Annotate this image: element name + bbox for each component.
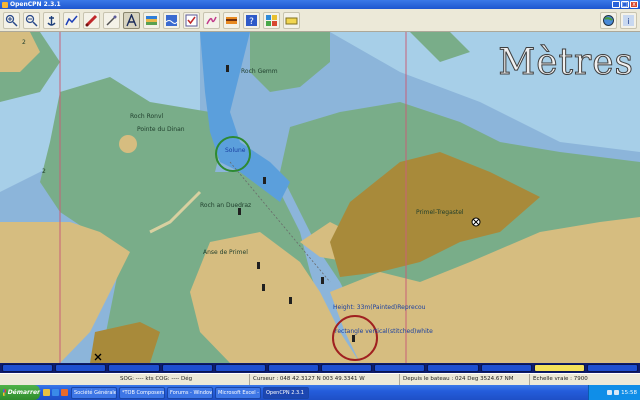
route-icon	[85, 14, 98, 26]
ruler-button[interactable]	[103, 11, 120, 29]
quick-launch	[40, 389, 71, 396]
units-label: Mètres	[498, 42, 634, 84]
task-button[interactable]: *TOB Composers - Arl...	[119, 386, 165, 399]
label-roch-ronvl: Roch Ronvl	[130, 113, 164, 120]
window-title: OpenCPN 2.3.1	[10, 1, 61, 8]
label-rectangle: rectangle vertical(stitched)white	[335, 328, 433, 335]
label-light-height: Height: 33m(Painted)Reprecou	[333, 304, 426, 311]
lifebuoy-button[interactable]	[223, 11, 240, 29]
piano-key-selected[interactable]	[533, 364, 585, 372]
help-icon: ?	[246, 14, 257, 27]
info-icon: i	[623, 14, 634, 26]
piano-key[interactable]	[321, 364, 373, 372]
sounding-label: 2	[22, 39, 26, 46]
label-roch-gemm: Roch Gemm	[241, 68, 278, 75]
piano-key[interactable]	[161, 364, 213, 372]
globe-button[interactable]	[600, 11, 617, 29]
track-button[interactable]	[63, 11, 80, 29]
piano-key[interactable]	[108, 364, 160, 372]
chart-canvas[interactable]: Mètres Roch Gemm Roch Ronvl Pointe du Di…	[0, 32, 640, 363]
anchor-icon	[47, 15, 56, 26]
piano-key[interactable]	[267, 364, 320, 372]
app-icon	[2, 1, 8, 8]
main-toolbar: ? i	[0, 9, 640, 32]
title-bar: OpenCPN 2.3.1 _ □ x	[0, 0, 640, 9]
settings-button[interactable]	[183, 11, 200, 29]
zoom-out-icon	[25, 14, 38, 27]
zoom-out-button[interactable]	[23, 11, 40, 29]
piano-key[interactable]	[214, 364, 266, 372]
piano-key[interactable]	[480, 364, 532, 372]
route-button[interactable]	[83, 11, 100, 29]
label-anse-primel: Anse de Primel	[203, 249, 248, 256]
tray-icon[interactable]	[607, 390, 613, 395]
label-solune: Solune	[225, 147, 246, 154]
task-button[interactable]: Forums - Windows Inter...	[167, 386, 213, 399]
print-icon	[285, 17, 298, 24]
piano-key[interactable]	[55, 364, 107, 372]
maximize-button[interactable]: □	[621, 1, 629, 8]
piano-key[interactable]	[2, 364, 54, 372]
status-bar: SOG: ---- kts COG: ---- Dég Curseur : 04…	[0, 373, 640, 385]
status-bearing: Depuis le bateau : 024 Deg 3524.67 NM	[400, 374, 530, 385]
status-scale: Echelle vraie : 7900	[533, 376, 588, 382]
info-button[interactable]: i	[620, 11, 637, 29]
label-primel-tregastel: Primel-Tregastel	[416, 209, 464, 216]
task-button-active[interactable]: OpenCPN 2.3.1	[263, 386, 309, 399]
help-button[interactable]: ?	[243, 11, 260, 29]
print-button[interactable]	[283, 11, 300, 29]
tide-icon	[165, 14, 178, 26]
plugins-button[interactable]	[263, 11, 280, 29]
label-roch-duedraz: Roch an Duedraz	[200, 202, 252, 209]
plugins-icon	[266, 14, 277, 26]
curve-button[interactable]	[203, 11, 220, 29]
browser-icon[interactable]	[52, 389, 59, 396]
text-icon	[126, 13, 137, 26]
start-label: Démarrer	[7, 389, 40, 396]
media-icon[interactable]	[61, 389, 68, 396]
windows-logo-icon	[3, 389, 6, 396]
zoom-in-button[interactable]	[3, 11, 20, 29]
ruler-icon	[106, 14, 117, 26]
curve-icon	[206, 16, 217, 24]
clock: 15:58	[621, 389, 637, 396]
piano-key[interactable]	[586, 364, 639, 372]
piano-key[interactable]	[374, 364, 426, 372]
tide-button[interactable]	[163, 11, 180, 29]
folder-icon[interactable]	[43, 389, 50, 396]
sounding-label: 2	[42, 168, 46, 175]
task-button[interactable]: Microsoft Excel - Siemens...	[215, 386, 261, 399]
text-button[interactable]	[123, 11, 140, 29]
svg-text:?: ?	[249, 17, 254, 27]
tray-icon[interactable]	[614, 390, 620, 395]
track-icon	[65, 15, 78, 25]
system-tray: 15:58	[588, 385, 640, 400]
chart-piano-bar	[0, 363, 640, 373]
task-button[interactable]: Société Générale - Sourc...	[71, 386, 117, 399]
globe-icon	[603, 14, 614, 26]
chart-icon	[146, 15, 157, 25]
piano-key[interactable]	[427, 364, 479, 372]
close-button[interactable]: x	[630, 1, 638, 8]
status-sog-cog: SOG: ---- kts COG: ---- Dég	[0, 374, 250, 385]
checkbox-settings-icon	[185, 14, 198, 26]
label-pointe-dinan: Pointe du Dinan	[137, 126, 185, 133]
lifebuoy-icon	[226, 16, 237, 24]
svg-text:i: i	[627, 17, 629, 26]
chart-button[interactable]	[143, 11, 160, 29]
anchor-button[interactable]	[43, 11, 60, 29]
taskbar: Démarrer Société Générale - Sourc... *TO…	[0, 385, 640, 400]
zoom-in-icon	[5, 14, 18, 27]
start-button[interactable]: Démarrer	[0, 385, 40, 400]
status-cursor: Curseur : 048 42.3127 N 003 49.3341 W	[250, 374, 400, 385]
minimize-button[interactable]: _	[612, 1, 620, 8]
